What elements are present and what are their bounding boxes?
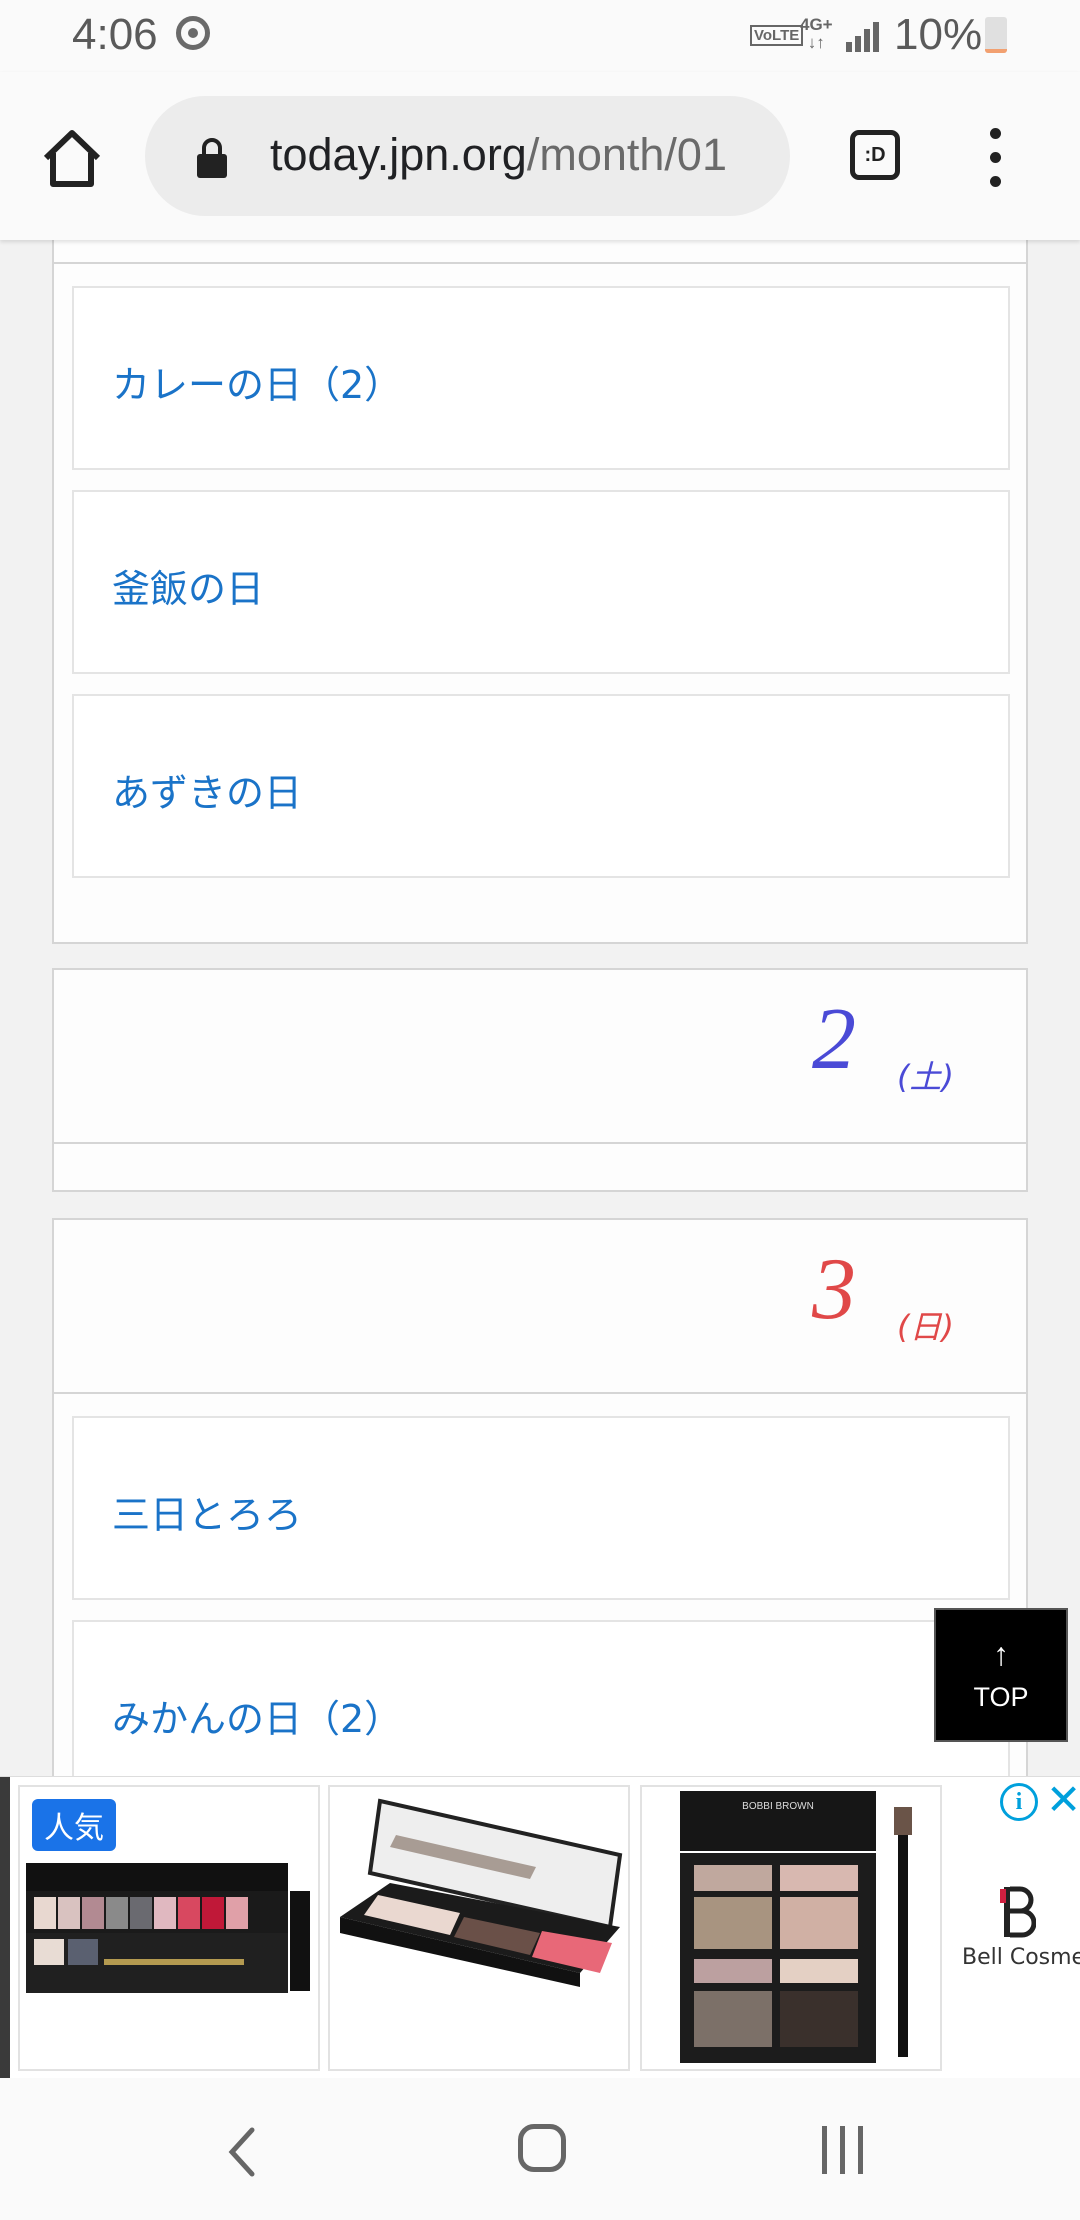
day-item-link[interactable]: 三日とろろ: [112, 1484, 302, 1539]
day-item-link[interactable]: あずきの日: [112, 762, 302, 817]
network-type-label: 4G+: [800, 15, 833, 34]
back-icon[interactable]: [222, 2122, 262, 2182]
day-card-3: 3 (日) 三日とろろ みかんの日（2）: [52, 1218, 1028, 1776]
ad-close-icon[interactable]: ✕: [1046, 1779, 1080, 1821]
address-bar[interactable]: today.jpn.org/month/01: [145, 96, 790, 216]
day-card-2: 2 (土): [52, 968, 1028, 1192]
back-to-top-label: TOP: [973, 1682, 1029, 1712]
nav-home-icon[interactable]: [518, 2124, 566, 2172]
list-item: あずきの日: [72, 694, 1010, 878]
eyeshadow-quad-with-brush-image: BOBBI BROWN: [680, 1791, 912, 2063]
url-text[interactable]: today.jpn.org/month/01: [270, 129, 727, 181]
day-item-link[interactable]: 釜飯の日: [112, 558, 264, 613]
page-content: カレーの日（2） 釜飯の日 あずきの日 2 (土) 3 (日) 三日とろろ みか…: [0, 240, 1080, 1776]
battery-level: [985, 49, 1007, 53]
ad-edge: [0, 1777, 10, 2079]
day-weekday: (日): [897, 1308, 954, 1346]
day-header: 3 (日): [54, 1220, 1026, 1394]
url-path: /month/01: [526, 129, 727, 180]
ad-banner[interactable]: 人気 BOBBI BROWN i ✕ Bell Cosme: [0, 1776, 1080, 2079]
browser-toolbar: today.jpn.org/month/01 :D: [0, 72, 1080, 240]
ad-product-card[interactable]: 人気: [18, 1785, 320, 2071]
battery-icon: [985, 17, 1007, 53]
network-type-icon: 4G+ ↓↑: [800, 16, 833, 52]
day-item-link[interactable]: みかんの日（2）: [112, 1688, 402, 1743]
arrow-up-icon: ↑: [993, 1636, 1009, 1672]
list-item: 釜飯の日: [72, 490, 1010, 674]
ad-info-icon[interactable]: i: [1000, 1783, 1038, 1821]
status-bar: 4:06 VoLTE 4G+ ↓↑ 10%: [0, 0, 1080, 72]
list-item: カレーの日（2）: [72, 286, 1010, 470]
system-nav-bar: [0, 2078, 1080, 2220]
recent-apps-icon[interactable]: [818, 2126, 868, 2174]
tab-switcher-button[interactable]: :D: [850, 130, 900, 180]
lock-icon: [197, 138, 227, 178]
list-item: みかんの日（2）: [72, 1620, 1010, 1776]
day-header-divider: [54, 262, 1026, 264]
home-icon[interactable]: [38, 124, 106, 192]
url-host: today.jpn.org: [270, 129, 527, 180]
day-header: 2 (土): [54, 970, 1026, 1144]
more-vert-icon[interactable]: [985, 128, 1007, 188]
day-weekday: (土): [897, 1058, 954, 1096]
ad-product-card[interactable]: BOBBI BROWN: [640, 1785, 942, 2071]
back-to-top-button[interactable]: ↑ TOP: [934, 1608, 1068, 1742]
volte-icon: VoLTE: [750, 25, 804, 46]
ad-product-card[interactable]: [328, 1785, 630, 2071]
open-makeup-palette-image: [340, 1798, 623, 1987]
bell-cosme-logo-icon[interactable]: [1000, 1885, 1036, 1939]
status-time: 4:06: [72, 10, 158, 59]
day-card-1: カレーの日（2） 釜飯の日 あずきの日: [52, 240, 1028, 944]
day-number: 3: [812, 1241, 856, 1338]
card3-brand-text: BOBBI BROWN: [742, 1801, 814, 1812]
popular-badge: 人気: [32, 1799, 116, 1851]
sync-icon: [176, 16, 210, 50]
signal-icon: [846, 20, 882, 52]
data-arrows: ↓↑: [807, 33, 825, 52]
advertiser-name[interactable]: Bell Cosme: [962, 1945, 1080, 1970]
day-item-link[interactable]: カレーの日（2）: [112, 354, 402, 409]
day-number: 2: [812, 991, 856, 1088]
list-item: 三日とろろ: [72, 1416, 1010, 1600]
battery-percent: 10%: [894, 10, 983, 59]
